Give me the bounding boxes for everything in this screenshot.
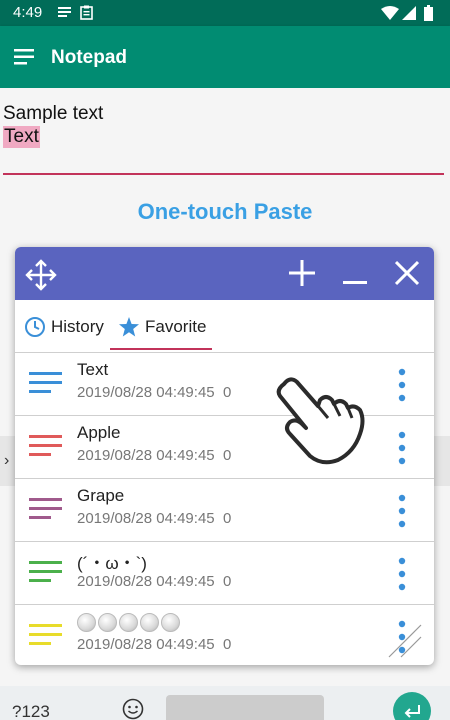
chevron-right-icon[interactable]: ›	[4, 452, 9, 470]
list-item[interactable]: Apple 2019/08/28 04:49:45 0	[15, 415, 434, 478]
enter-key[interactable]	[393, 692, 431, 720]
more-vert-icon[interactable]	[397, 431, 407, 465]
item-name: (´・ω・`)	[77, 554, 147, 573]
plus-icon[interactable]	[289, 260, 315, 286]
battery-icon	[424, 5, 433, 21]
item-date: 2019/08/28 04:49:45	[77, 510, 215, 527]
tab-favorite-label: Favorite	[145, 317, 207, 336]
tab-favorite[interactable]: Favorite	[118, 314, 206, 340]
notification-lines-icon	[58, 7, 71, 17]
item-meta: 2019/08/28 04:49:45 0	[77, 573, 231, 590]
star-icon	[119, 317, 139, 337]
status-time: 4:49	[13, 4, 43, 21]
item-count: 0	[222, 636, 232, 653]
item-date: 2019/08/28 04:49:45	[77, 573, 215, 590]
editor-underline	[3, 173, 444, 175]
more-vert-icon[interactable]	[397, 557, 407, 591]
more-vert-icon[interactable]	[397, 494, 407, 528]
item-meta: 2019/08/28 04:49:45 0	[77, 384, 231, 401]
item-name: Apple	[77, 423, 121, 442]
numbers-key[interactable]: ?123	[12, 702, 50, 720]
bubble-icon	[161, 613, 180, 633]
resize-handle-icon[interactable]	[387, 623, 423, 659]
status-bar: 4:49	[0, 0, 450, 26]
item-count: 0	[222, 447, 232, 464]
overlay-title: One-touch Paste	[137, 199, 313, 224]
bubble-icon	[77, 613, 96, 633]
clipboard-icon	[80, 5, 93, 20]
item-meta: 2019/08/28 04:49:45 0	[77, 447, 231, 464]
item-meta: 2019/08/28 04:49:45 0	[77, 636, 231, 653]
text-lines-icon	[29, 435, 62, 456]
list-item[interactable]: Text 2019/08/28 04:49:45 0	[15, 352, 434, 415]
item-count: 0	[222, 384, 232, 401]
item-count: 0	[222, 510, 232, 527]
emoji-icon[interactable]	[122, 698, 144, 720]
hamburger-menu-icon[interactable]	[14, 48, 36, 66]
list-item[interactable]: (´・ω・`) 2019/08/28 04:49:45 0	[15, 541, 434, 604]
wifi-icon	[381, 6, 399, 20]
space-key[interactable]	[166, 695, 324, 720]
clock-icon	[25, 317, 45, 337]
more-vert-icon[interactable]	[397, 368, 407, 402]
app-bar: Notepad	[0, 26, 450, 88]
bubble-icon	[119, 613, 138, 633]
item-name: Grape	[77, 486, 125, 505]
list-item[interactable]: Grape 2019/08/28 04:49:45 0	[15, 478, 434, 541]
signal-icon	[402, 6, 416, 20]
tab-history[interactable]: History	[24, 314, 104, 340]
note-editor[interactable]: Sample text Text	[0, 88, 450, 188]
minimize-icon[interactable]	[343, 260, 367, 286]
bubble-icon	[98, 613, 117, 633]
tab-history-label: History	[51, 317, 104, 336]
text-lines-icon	[29, 561, 62, 582]
item-count: 0	[222, 573, 232, 590]
pointing-hand-icon	[276, 377, 365, 465]
list-item[interactable]: 2019/08/28 04:49:45 0	[15, 604, 434, 665]
item-date: 2019/08/28 04:49:45	[77, 636, 215, 653]
item-name: Text	[77, 360, 109, 379]
panel-header[interactable]	[15, 247, 434, 300]
close-icon[interactable]	[395, 260, 419, 286]
editor-line-2-selected[interactable]: Text	[3, 126, 40, 148]
app-title: Notepad	[51, 47, 127, 68]
item-meta: 2019/08/28 04:49:45 0	[77, 510, 231, 527]
item-date: 2019/08/28 04:49:45	[77, 384, 215, 401]
one-touch-paste-panel: History Favorite Text 2019/08/28 04:49:4…	[15, 247, 434, 665]
move-icon[interactable]	[24, 258, 58, 292]
keyboard-row: ?123	[0, 686, 450, 720]
item-date: 2019/08/28 04:49:45	[77, 447, 215, 464]
text-lines-icon	[29, 372, 62, 393]
panel-tabs: History Favorite	[15, 300, 434, 352]
item-name-bubbles	[77, 612, 182, 633]
tab-selected-indicator	[110, 348, 212, 350]
enter-icon	[404, 705, 420, 718]
text-lines-icon	[29, 624, 62, 645]
editor-line-1[interactable]: Sample text	[3, 103, 103, 125]
bubble-icon	[140, 613, 159, 633]
text-lines-icon	[29, 498, 62, 519]
